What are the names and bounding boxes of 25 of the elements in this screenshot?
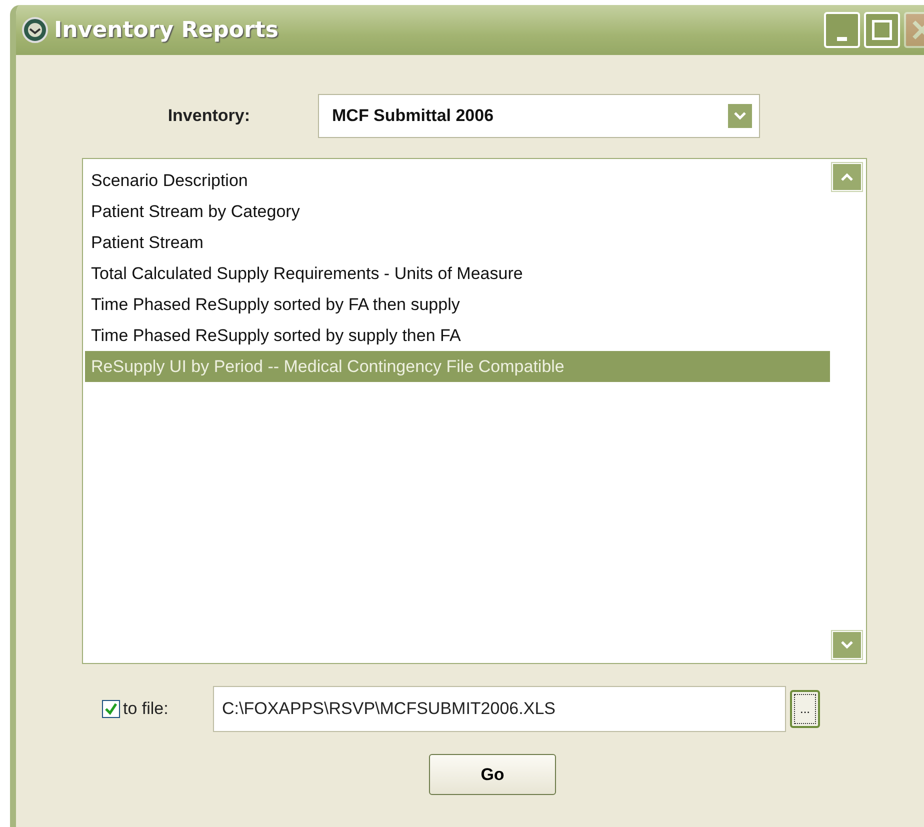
scroll-up-button[interactable] xyxy=(832,163,862,191)
go-button[interactable]: Go xyxy=(429,754,556,795)
chevron-down-icon xyxy=(734,112,746,120)
chevron-down-icon xyxy=(841,641,853,649)
inventory-label: Inventory: xyxy=(166,106,250,126)
dropdown-button[interactable] xyxy=(727,103,753,129)
report-item[interactable]: Patient Stream by Category xyxy=(85,196,830,227)
scroll-down-button[interactable] xyxy=(832,631,862,659)
chevron-up-icon xyxy=(841,173,853,181)
to-file-checkbox[interactable] xyxy=(102,700,120,718)
report-item[interactable]: Patient Stream xyxy=(85,227,830,258)
report-item[interactable]: Total Calculated Supply Requirements - Units of Measure xyxy=(85,258,830,289)
minimize-button[interactable] xyxy=(824,12,860,48)
maximize-button[interactable] xyxy=(864,12,900,48)
emblem-icon xyxy=(22,17,48,43)
browse-button[interactable]: ... xyxy=(790,690,820,728)
file-path-field[interactable]: C:\FOXAPPS\RSVP\MCFSUBMIT2006.XLS xyxy=(213,686,786,732)
inventory-dropdown[interactable]: MCF Submittal 2006 xyxy=(318,94,760,138)
report-item[interactable]: Scenario Description xyxy=(85,165,830,196)
window-title: Inventory Reports xyxy=(54,18,278,42)
report-item[interactable]: Time Phased ReSupply sorted by supply then FA xyxy=(85,320,830,351)
minimize-icon xyxy=(837,37,847,41)
report-item[interactable]: Time Phased ReSupply sorted by FA then supply xyxy=(85,289,830,320)
maximize-icon xyxy=(872,20,892,40)
to-file-label: to file: xyxy=(123,699,170,719)
